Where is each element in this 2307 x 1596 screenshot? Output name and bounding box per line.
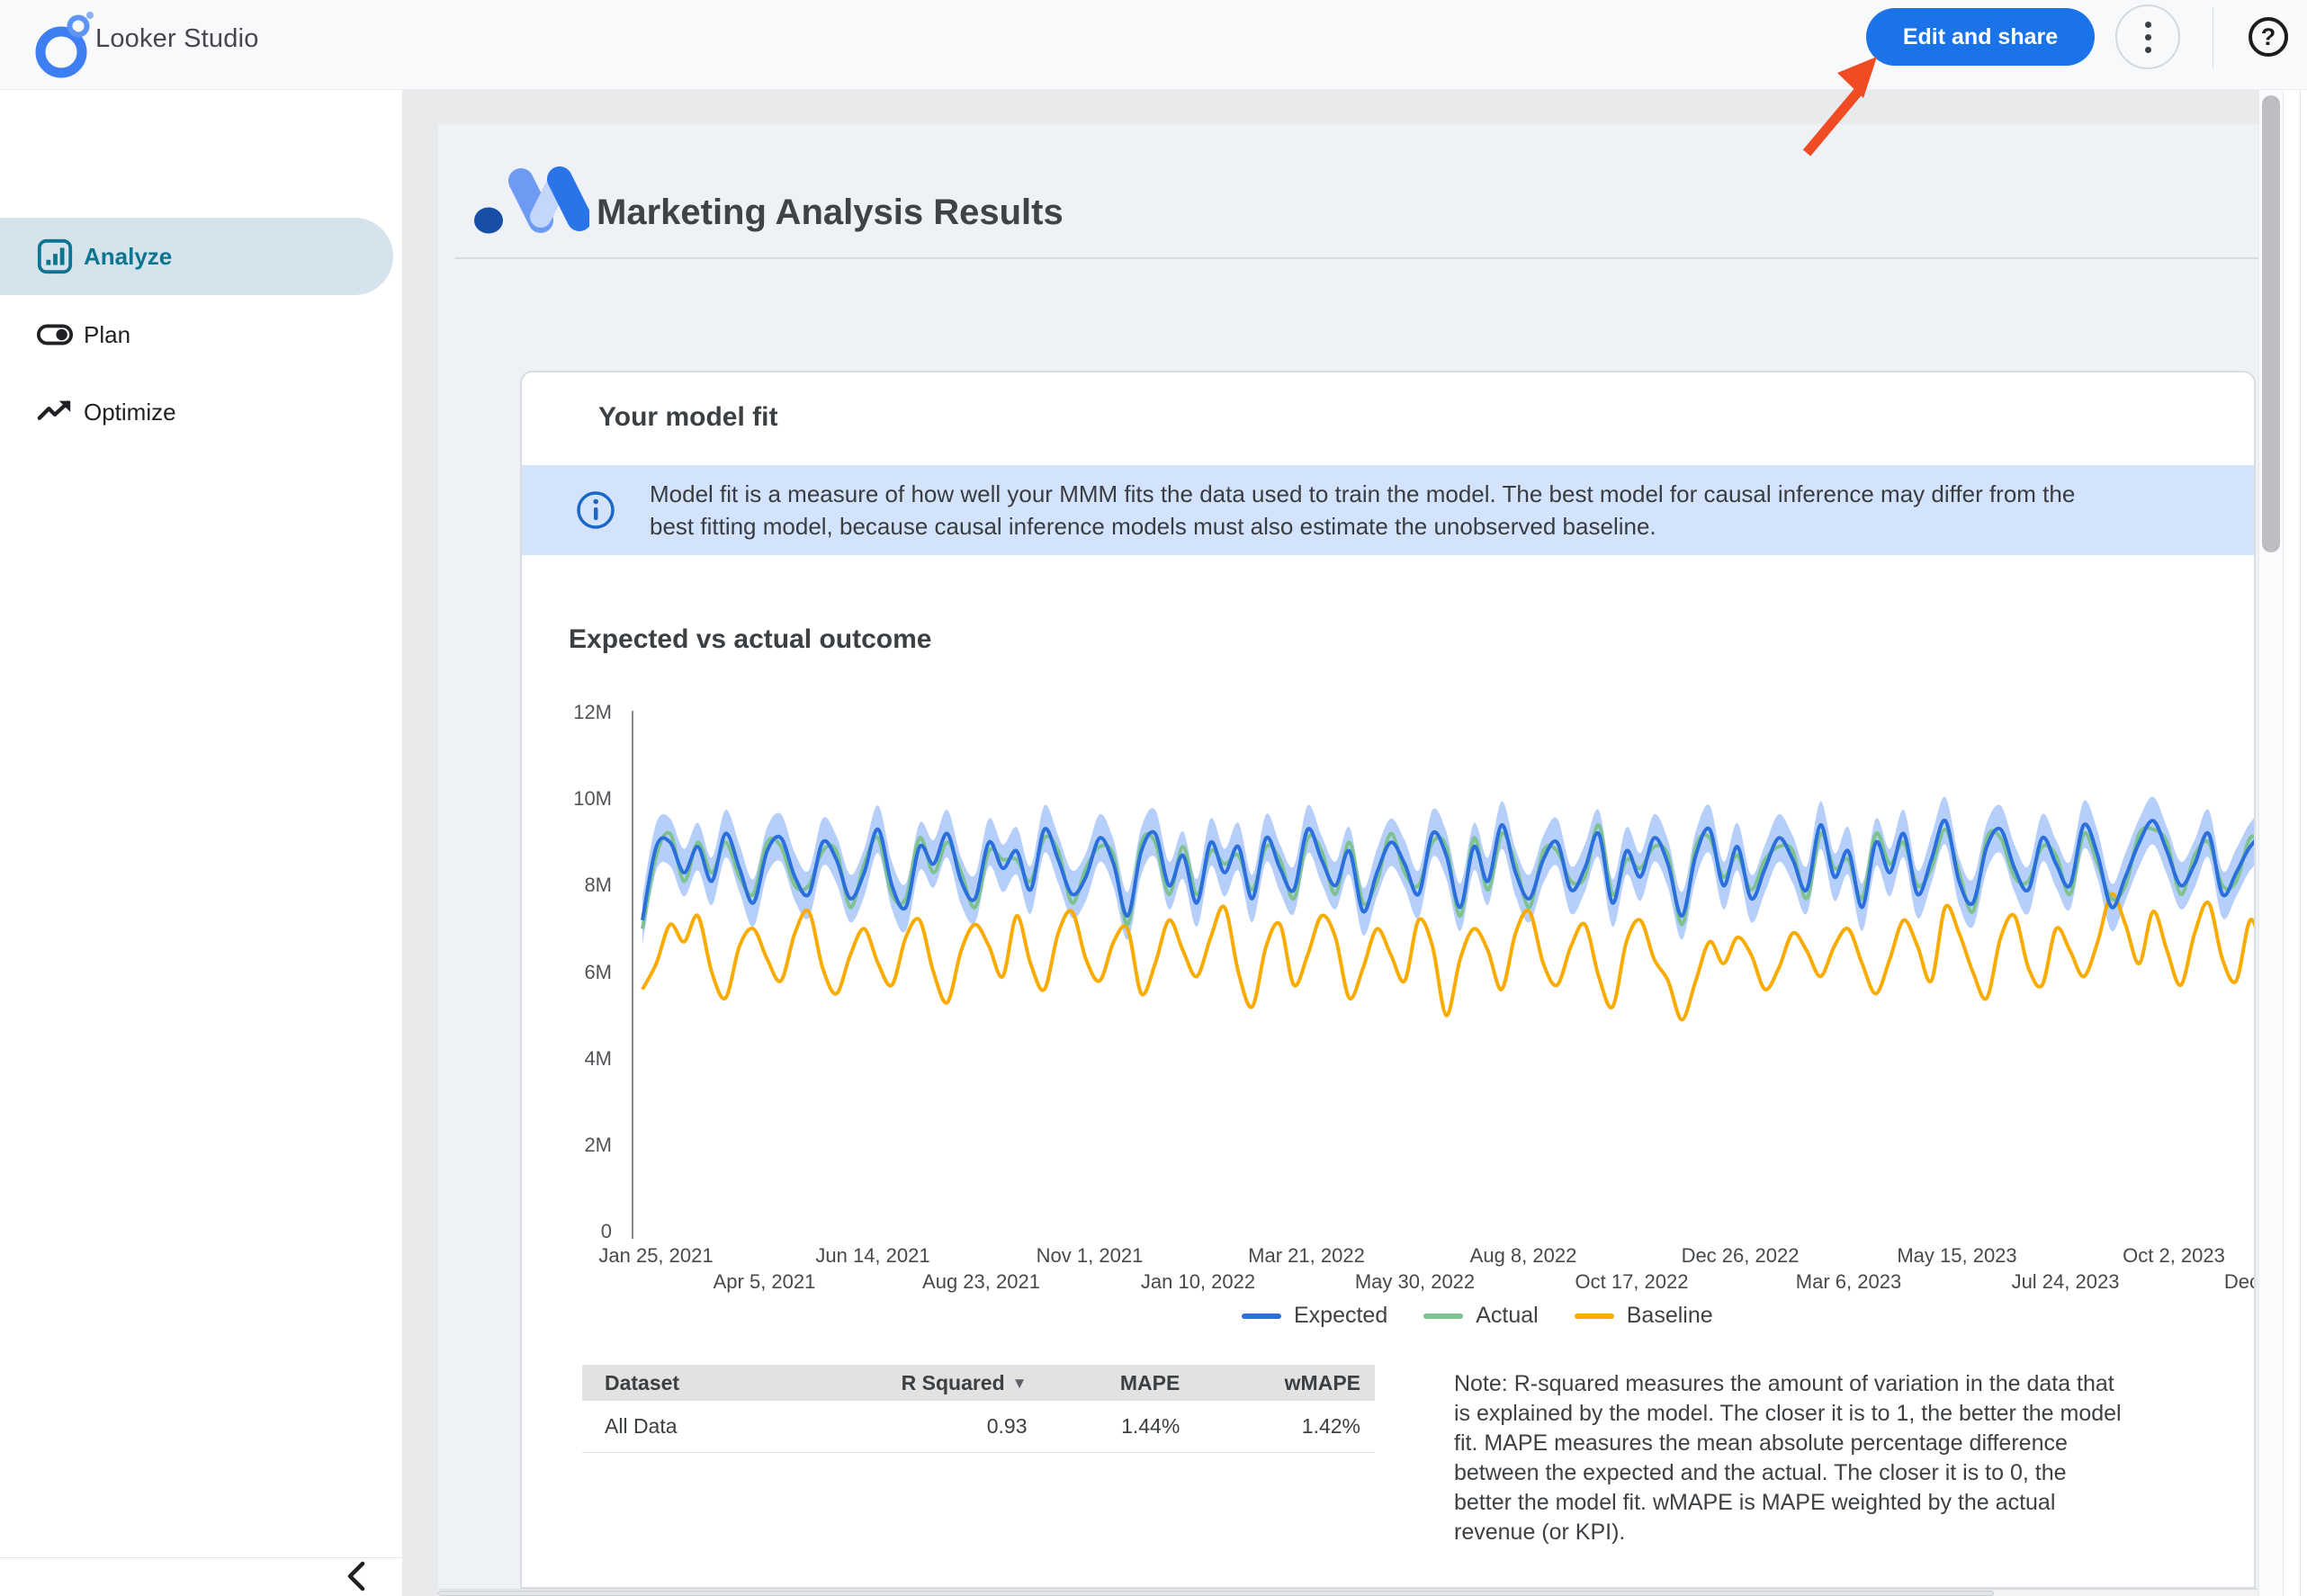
table-cell: All Data — [582, 1401, 775, 1452]
y-tick-label: 4M — [540, 1047, 612, 1071]
model-fit-card: Your model fit Model fit is a measure of… — [520, 371, 2256, 1589]
table-cell: 1.42% — [1194, 1401, 1375, 1452]
vertical-scrollbar — [2258, 90, 2284, 1596]
x-tick-label: Oct 17, 2022 — [1533, 1270, 1731, 1294]
optimize-trend-icon — [36, 393, 74, 431]
plan-toggle-icon — [36, 316, 74, 354]
x-tick-label: Jan 10, 2022 — [1100, 1270, 1297, 1294]
table-header-row: DatasetR Squared▼MAPEwMAPE — [582, 1365, 1375, 1401]
report-title: Marketing Analysis Results — [597, 193, 1064, 233]
table-column-header[interactable]: R Squared▼ — [775, 1365, 1041, 1401]
title-divider — [454, 257, 2258, 259]
sidebar-item-label: Plan — [84, 321, 130, 349]
sort-desc-icon: ▼ — [1012, 1375, 1028, 1393]
sidebar-item-label: Optimize — [84, 399, 176, 426]
legend-item-expected[interactable]: Expected — [1242, 1303, 1387, 1329]
info-banner-text: Model fit is a measure of how well your … — [650, 478, 2075, 542]
legend-swatch — [1242, 1314, 1281, 1319]
sidebar-item-optimize[interactable]: Optimize — [0, 390, 393, 435]
metrics-note: Note: R-squared measures the amount of v… — [1454, 1369, 2256, 1547]
left-navigation: Analyze Plan Optimize — [0, 90, 402, 1596]
x-tick-label: Oct 2, 2023 — [2075, 1244, 2256, 1268]
x-tick-label: Aug 23, 2021 — [883, 1270, 1081, 1294]
legend-label: Baseline — [1627, 1303, 1713, 1329]
help-button[interactable]: ? — [2249, 17, 2288, 57]
legend-item-baseline[interactable]: Baseline — [1575, 1303, 1713, 1329]
top-app-bar: Looker Studio Edit and share ? — [0, 0, 2307, 90]
info-icon — [576, 490, 615, 530]
chart-legend: Expected Actual Baseline — [1242, 1303, 1713, 1329]
chart-heading: Expected vs actual outcome — [569, 624, 931, 655]
table-column-header[interactable]: Dataset — [582, 1365, 775, 1401]
y-tick-label: 6M — [540, 961, 612, 984]
x-tick-label: Nov 1, 2021 — [991, 1244, 1189, 1268]
report-viewport: Marketing Analysis Results Your model fi… — [402, 90, 2307, 1596]
baseline-line — [642, 894, 2256, 1020]
x-tick-label: Mar 21, 2022 — [1207, 1244, 1405, 1268]
y-tick-label: 10M — [540, 787, 612, 811]
expected-vs-actual-chart — [632, 704, 2256, 1243]
y-tick-label: 8M — [540, 874, 612, 897]
x-tick-label: Dec 11, 2023 — [2184, 1270, 2257, 1294]
report-page: Marketing Analysis Results Your model fi… — [438, 124, 2258, 1596]
horizontal-scrollbar — [438, 1589, 2258, 1596]
x-tick-label: Dec 26, 2022 — [1641, 1244, 1839, 1268]
legend-label: Expected — [1294, 1303, 1387, 1329]
y-tick-label: 2M — [540, 1134, 612, 1157]
y-tick-label: 12M — [540, 701, 612, 724]
x-tick-label: May 15, 2023 — [1858, 1244, 2056, 1268]
table-column-header[interactable]: MAPE — [1041, 1365, 1194, 1401]
edit-and-share-button[interactable]: Edit and share — [1866, 8, 2095, 66]
looker-studio-logo-icon — [27, 11, 99, 79]
x-tick-label: Apr 5, 2021 — [666, 1270, 864, 1294]
legend-item-actual[interactable]: Actual — [1423, 1303, 1538, 1329]
table-row: All Data0.931.44%1.42% — [582, 1401, 1375, 1452]
legend-swatch — [1423, 1314, 1463, 1319]
sidebar-item-analyze[interactable]: Analyze — [0, 218, 393, 295]
x-tick-label: Aug 8, 2022 — [1424, 1244, 1622, 1268]
help-icon: ? — [2261, 23, 2276, 51]
more-options-icon — [2145, 22, 2151, 53]
more-options-button[interactable] — [2115, 4, 2180, 69]
looker-studio-window: Looker Studio Edit and share ? Analyze — [0, 0, 2307, 1596]
x-tick-label: Jul 24, 2023 — [1967, 1270, 2165, 1294]
card-heading: Your model fit — [598, 402, 777, 433]
model-fit-table: DatasetR Squared▼MAPEwMAPE All Data0.931… — [582, 1365, 1375, 1453]
table-column-header[interactable]: wMAPE — [1194, 1365, 1375, 1401]
table-cell: 1.44% — [1041, 1401, 1194, 1452]
app-title: Looker Studio — [95, 24, 259, 54]
legend-swatch — [1575, 1314, 1614, 1319]
meridian-logo — [472, 165, 589, 238]
sidebar-item-label: Analyze — [84, 243, 172, 271]
x-tick-label: Jun 14, 2021 — [774, 1244, 972, 1268]
window-border — [2300, 90, 2301, 1596]
x-tick-label: May 30, 2022 — [1316, 1270, 1514, 1294]
y-tick-label: 0 — [540, 1220, 612, 1243]
horizontal-scrollbar-thumb[interactable] — [438, 1591, 1994, 1596]
window-right-margin — [2284, 90, 2307, 1596]
x-tick-label: Jan 25, 2021 — [557, 1244, 755, 1268]
x-tick-label: Mar 6, 2023 — [1750, 1270, 1948, 1294]
vertical-scrollbar-thumb[interactable] — [2262, 95, 2280, 552]
info-banner: Model fit is a measure of how well your … — [522, 465, 2254, 555]
sidebar-item-plan[interactable]: Plan — [0, 312, 393, 357]
table-cell: 0.93 — [775, 1401, 1041, 1452]
legend-label: Actual — [1476, 1303, 1538, 1329]
collapse-sidebar-button[interactable] — [335, 1556, 380, 1596]
analyze-chart-icon — [36, 238, 74, 275]
collapse-chevron-icon — [335, 1556, 380, 1596]
